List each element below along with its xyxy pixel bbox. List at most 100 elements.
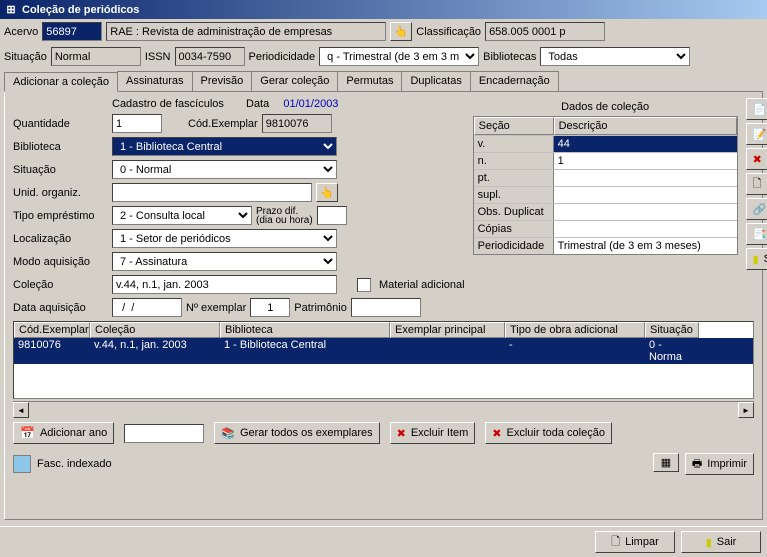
period-label: Periodicidade: [249, 51, 316, 63]
col-bib[interactable]: Biblioteca: [220, 322, 390, 338]
grid-row[interactable]: Obs. Duplicat: [474, 203, 737, 220]
grid-row[interactable]: Cópias: [474, 220, 737, 237]
grid-hdr-secao: Seção: [474, 117, 554, 135]
grid-row[interactable]: supl.: [474, 186, 737, 203]
qtd-label: Quantidade: [13, 118, 108, 130]
scroll-right-icon[interactable]: ►: [738, 402, 754, 418]
grid-row[interactable]: PeriodicidadeTrimestral (de 3 em 3 meses…: [474, 237, 737, 254]
delete-icon: ✖: [492, 427, 501, 440]
issn-label: ISSN: [145, 51, 171, 63]
sit-form-label: Situação: [13, 164, 108, 176]
scroll-left-icon[interactable]: ◄: [13, 402, 29, 418]
tab-adicionar[interactable]: Adicionar a coleção: [4, 72, 118, 92]
sair-button[interactable]: ▮Sair: [746, 248, 767, 270]
books-icon: 📚: [221, 427, 235, 440]
data-heading: Data: [246, 98, 269, 110]
unid-lookup-button[interactable]: 👆: [316, 183, 338, 202]
addano-input[interactable]: [124, 424, 204, 443]
dados-heading: Dados de coleção: [473, 98, 738, 116]
grid-row[interactable]: pt.: [474, 169, 737, 186]
inserir-button[interactable]: 📄Inserir: [746, 98, 767, 120]
col-tipoobra[interactable]: Tipo de obra adicional: [505, 322, 645, 338]
nex-input[interactable]: [250, 298, 290, 317]
class-label: Classificação: [416, 26, 481, 38]
imprimir-button[interactable]: 🖶Imprimir: [685, 453, 754, 475]
acervo-input[interactable]: [42, 22, 102, 41]
grid-row[interactable]: v.44: [474, 135, 737, 152]
addano-button[interactable]: 📅Adicionar ano: [13, 422, 114, 444]
modo-label: Modo aquisição: [13, 256, 108, 268]
prazo-input[interactable]: [317, 206, 347, 225]
grid-toggle-button[interactable]: ▦: [653, 453, 679, 472]
gerar-button[interactable]: 📚Gerar todos os exemplares: [214, 422, 379, 444]
codex-label: Cód.Exemplar: [188, 118, 258, 130]
col-colecao[interactable]: Coleção: [90, 322, 220, 338]
local-select[interactable]: 1 - Setor de periódicos: [112, 229, 337, 248]
col-codex[interactable]: Cód.Exemplar: [14, 322, 90, 338]
tab-previsao[interactable]: Previsão: [192, 71, 253, 91]
fasc-color-indicator: [13, 455, 31, 473]
situacao-input: [51, 47, 141, 66]
unid-input[interactable]: [112, 183, 312, 202]
hscrollbar[interactable]: ◄ ►: [13, 401, 754, 417]
bib-form-select[interactable]: 1 - Biblioteca Central: [112, 137, 337, 156]
exit-icon: ▮: [753, 253, 759, 266]
situacao-label: Situação: [4, 51, 47, 63]
insert-icon: 📄: [753, 103, 767, 116]
tab-gerar[interactable]: Gerar coleção: [251, 71, 338, 91]
dataaq-input[interactable]: [112, 298, 182, 317]
vinculos-button[interactable]: 🔗Vínculos: [746, 198, 767, 220]
fasc-label: Fasc. indexado: [37, 458, 112, 470]
table-row[interactable]: 9810076 v.44, n.1, jan. 2003 1 - Bibliot…: [14, 338, 753, 364]
footer-limpar-button[interactable]: 🗋Limpar: [595, 531, 675, 553]
bib-select[interactable]: Todas: [540, 47, 690, 66]
unid-label: Unid. organiz.: [13, 187, 108, 199]
patr-input[interactable]: [351, 298, 421, 317]
local-label: Localização: [13, 233, 108, 245]
delete-icon: ✖: [753, 153, 762, 166]
patr-label: Patrimônio: [294, 302, 347, 314]
data-value: 01/01/2003: [283, 98, 338, 110]
material-checkbox[interactable]: [357, 278, 371, 292]
bib-label: Bibliotecas: [483, 51, 536, 63]
tab-permutas[interactable]: Permutas: [337, 71, 402, 91]
excluir-toda-button[interactable]: ✖Excluir toda coleção: [485, 422, 612, 444]
dataaq-label: Data aquisição: [13, 302, 108, 314]
issn-input: [175, 47, 245, 66]
clear-icon: 🗋: [753, 175, 762, 194]
colecao-label: Coleção: [13, 279, 108, 291]
tab-duplicatas[interactable]: Duplicatas: [401, 71, 470, 91]
sit-form-select[interactable]: 0 - Normal: [112, 160, 337, 179]
grid-hdr-desc: Descrição: [554, 117, 737, 135]
acervo-label: Acervo: [4, 26, 38, 38]
delete-icon: ✖: [397, 427, 406, 440]
grid-row[interactable]: n.1: [474, 152, 737, 169]
footer-sair-button[interactable]: ▮Sair: [681, 531, 761, 553]
tab-assinaturas[interactable]: Assinaturas: [117, 71, 192, 91]
app-icon: ⊞: [4, 3, 18, 17]
alterar-button[interactable]: 📝Alterar: [746, 123, 767, 145]
calendar-icon: 📅: [20, 426, 35, 440]
colecao-input[interactable]: [112, 275, 337, 294]
lookup-button[interactable]: 👆: [390, 22, 412, 41]
print-icon: 🖶: [692, 455, 702, 474]
tipo-select[interactable]: 2 - Consulta local: [112, 206, 252, 225]
excluir-exemplar-button[interactable]: ✖Excluir exemplar: [746, 148, 767, 170]
class-input: [485, 22, 605, 41]
col-situacao[interactable]: Situação: [645, 322, 699, 338]
secao-grid: Seção Descrição v.44 n.1 pt. supl. Obs. …: [473, 116, 738, 255]
material-label: Material adicional: [379, 279, 465, 291]
title-bar: ⊞ Coleção de periódicos: [0, 0, 767, 19]
col-exprin[interactable]: Exemplar principal: [390, 322, 505, 338]
grid-icon: ▦: [661, 456, 671, 469]
duplicatas-button[interactable]: 📑Duplicatas: [746, 223, 767, 245]
link-icon: 🔗: [753, 203, 767, 216]
limpar-button[interactable]: 🗋Limpar: [746, 173, 767, 195]
exemplar-table: Cód.Exemplar Coleção Biblioteca Exemplar…: [13, 321, 754, 399]
qtd-input[interactable]: [112, 114, 162, 133]
tab-encad[interactable]: Encadernação: [470, 71, 559, 91]
modo-select[interactable]: 7 - Assinatura: [112, 252, 337, 271]
edit-icon: 📝: [753, 128, 767, 141]
excluir-item-button[interactable]: ✖Excluir Item: [390, 422, 476, 444]
period-select[interactable]: q - Trimestral (de 3 em 3 mes: [319, 47, 479, 66]
